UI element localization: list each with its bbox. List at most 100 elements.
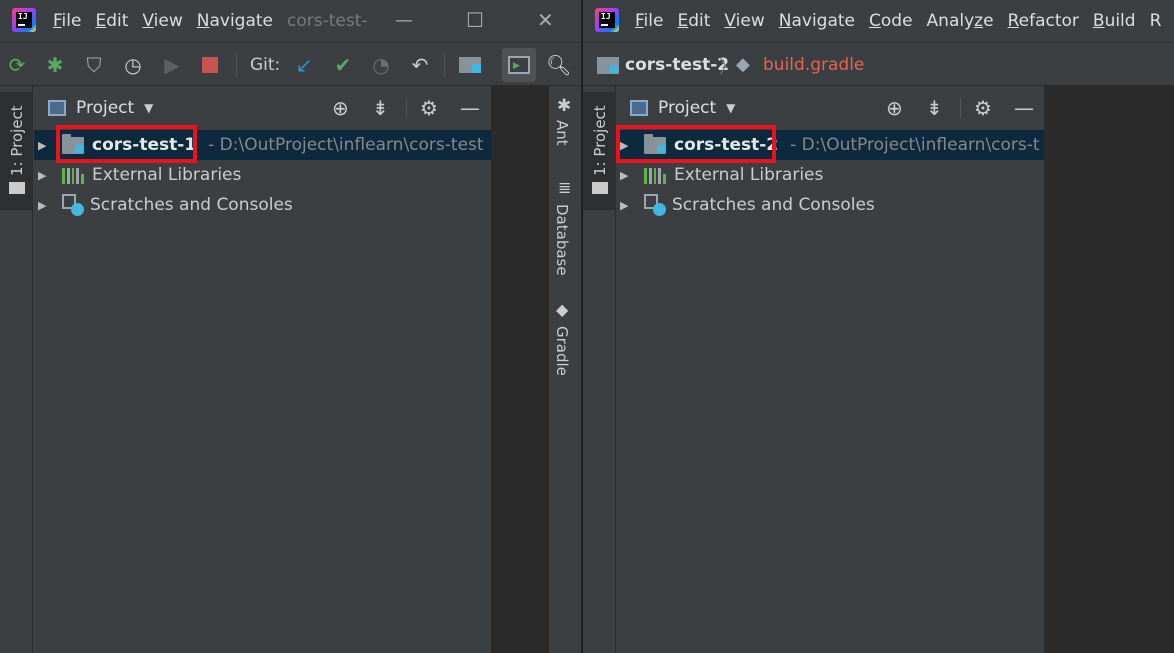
breadcrumb-project[interactable]: cors-test-2 [625, 55, 729, 75]
libraries-icon [62, 167, 84, 184]
tree-item-label: External Libraries [674, 165, 824, 185]
git-update-icon[interactable]: ↙ [292, 53, 316, 77]
run-icon[interactable]: ▶ [160, 53, 184, 77]
database-tool-tab[interactable]: Database [553, 204, 571, 276]
highlight-annotation-box [56, 125, 197, 163]
locate-crosshair-icon[interactable]: ⊕ [332, 97, 349, 119]
project-view-label: Project [658, 98, 717, 118]
expand-arrow-icon[interactable]: ▶ [38, 199, 48, 212]
menu-run-truncated[interactable]: R [1150, 11, 1162, 31]
highlight-annotation-box [616, 125, 776, 163]
menu-view[interactable]: View [724, 11, 764, 31]
profile-icon[interactable]: ◷ [121, 53, 145, 77]
expand-arrow-icon[interactable]: ▶ [38, 169, 48, 182]
menu-refactor[interactable]: Refactor [1008, 11, 1079, 31]
git-history-icon[interactable]: ◔ [369, 53, 393, 77]
main-toolbar: ⟳ ✱ ⛉ ◷ ▶ Git: ↙ ✔ ◔ ↶ ▶ 🔍︎ [0, 42, 581, 86]
ant-icon: ✱ [557, 96, 572, 116]
tree-item-label: External Libraries [92, 165, 242, 185]
gradle-elephant-icon: ◆ [736, 54, 750, 75]
tree-item-label: Scratches and Consoles [672, 195, 875, 215]
terminal-icon: ▶ [508, 56, 530, 74]
close-icon[interactable]: ✕ [537, 8, 554, 32]
project-tab-label: 1: Project [591, 105, 609, 176]
gradle-elephant-icon: ◆ [556, 300, 569, 319]
project-panel-header: Project ▼ ⊕ ⇟ ⚙ — [616, 86, 1044, 130]
ant-tool-tab[interactable]: Ant [553, 120, 571, 146]
tree-row-scratches[interactable]: ▶ Scratches and Consoles [34, 190, 491, 220]
git-label: Git: [250, 55, 281, 75]
ide-window-left: IJ File Edit View Navigate cors-test- — … [0, 0, 581, 653]
tree-item-path: - D:\OutProject\inflearn\cors-t [790, 135, 1040, 155]
search-icon[interactable]: 🔍︎ [546, 53, 571, 77]
left-tool-stripe: 1: Project [0, 86, 33, 653]
toolbar-separator [444, 53, 445, 77]
expand-arrow-icon[interactable]: ▶ [620, 169, 630, 182]
coverage-shield-icon[interactable]: ⛉ [82, 53, 106, 77]
rollback-icon[interactable]: ↶ [408, 53, 432, 77]
minimize-icon[interactable]: — [395, 10, 413, 31]
expand-arrow-icon[interactable]: ▶ [620, 199, 630, 212]
dropdown-arrow-icon: ▼ [144, 101, 154, 115]
rerun-icon[interactable]: ⟳ [5, 53, 29, 77]
project-tab-label: 1: Project [8, 105, 26, 176]
collapse-all-icon[interactable]: ⇟ [926, 97, 943, 119]
menu-code[interactable]: Code [869, 11, 913, 31]
breadcrumb-file[interactable]: build.gradle [763, 55, 864, 75]
locate-crosshair-icon[interactable]: ⊕ [886, 97, 903, 119]
terminal-toggle[interactable]: ▶ [502, 48, 536, 82]
title-bar: IJ File Edit View Navigate cors-test- — … [0, 0, 581, 42]
hide-panel-icon[interactable]: — [1014, 97, 1034, 119]
folder-icon [9, 182, 25, 194]
menu-navigate[interactable]: Navigate [779, 11, 855, 31]
title-bar: IJ File Edit View Navigate Code Analyze … [583, 0, 1174, 42]
project-view-selector[interactable]: Project ▼ [48, 98, 153, 118]
hide-panel-icon[interactable]: — [460, 97, 480, 119]
menu-file[interactable]: File [53, 11, 81, 31]
ide-window-right: IJ File Edit View Navigate Code Analyze … [583, 0, 1174, 653]
tree-row-external-libraries[interactable]: ▶ External Libraries [34, 160, 491, 190]
menu-build[interactable]: Build [1093, 11, 1136, 31]
menu-file[interactable]: File [635, 11, 663, 31]
menu-view[interactable]: View [142, 11, 182, 31]
header-separator [406, 98, 407, 118]
maximize-icon[interactable]: ☐ [466, 8, 484, 32]
menu-analyze[interactable]: Analyze [927, 11, 994, 31]
stop-icon[interactable] [198, 53, 222, 77]
folder-icon [592, 182, 608, 194]
gradle-tool-tab[interactable]: Gradle [553, 326, 571, 376]
git-commit-check-icon[interactable]: ✔ [331, 53, 355, 77]
project-view-label: Project [76, 98, 135, 118]
debug-bug-icon[interactable]: ✱ [43, 53, 67, 77]
menu-navigate[interactable]: Navigate [197, 11, 273, 31]
left-tool-stripe: 1: Project [583, 86, 616, 653]
libraries-icon [644, 167, 666, 184]
menu-bar: File Edit View Navigate Code Analyze Ref… [635, 11, 1174, 31]
tree-item-label: Scratches and Consoles [90, 195, 293, 215]
project-tool-tab[interactable]: 1: Project [0, 92, 33, 210]
menu-edit[interactable]: Edit [677, 11, 710, 31]
project-view-icon [48, 100, 66, 116]
project-panel: Project ▼ ⊕ ⇟ ⚙ — ▶ cors-test-2 - D:\Out… [616, 86, 1044, 653]
project-view-selector[interactable]: Project ▼ [630, 98, 735, 118]
settings-gear-icon[interactable]: ⚙ [974, 97, 992, 119]
intellij-logo-icon: IJ [12, 8, 36, 32]
intellij-logo-icon: IJ [595, 8, 619, 32]
project-panel-header: Project ▼ ⊕ ⇟ ⚙ — [34, 86, 491, 130]
project-tool-tab[interactable]: 1: Project [583, 92, 616, 210]
tree-row-external-libraries[interactable]: ▶ External Libraries [616, 160, 1044, 190]
tree-item-path: - D:\OutProject\inflearn\cors-test [208, 135, 484, 155]
settings-gear-icon[interactable]: ⚙ [420, 97, 438, 119]
project-view-icon [630, 100, 648, 116]
expand-arrow-icon[interactable]: ▶ [38, 139, 48, 152]
project-structure-icon[interactable] [458, 53, 482, 77]
project-tree: ▶ cors-test-2 - D:\OutProject\inflearn\c… [616, 130, 1044, 653]
header-separator [960, 98, 961, 118]
window-title: cors-test- [287, 11, 368, 31]
tree-row-scratches[interactable]: ▶ Scratches and Consoles [616, 190, 1044, 220]
editor-area [1044, 86, 1174, 653]
editor-area [491, 86, 548, 653]
scratches-icon [62, 194, 84, 216]
collapse-all-icon[interactable]: ⇟ [372, 97, 389, 119]
menu-edit[interactable]: Edit [95, 11, 128, 31]
